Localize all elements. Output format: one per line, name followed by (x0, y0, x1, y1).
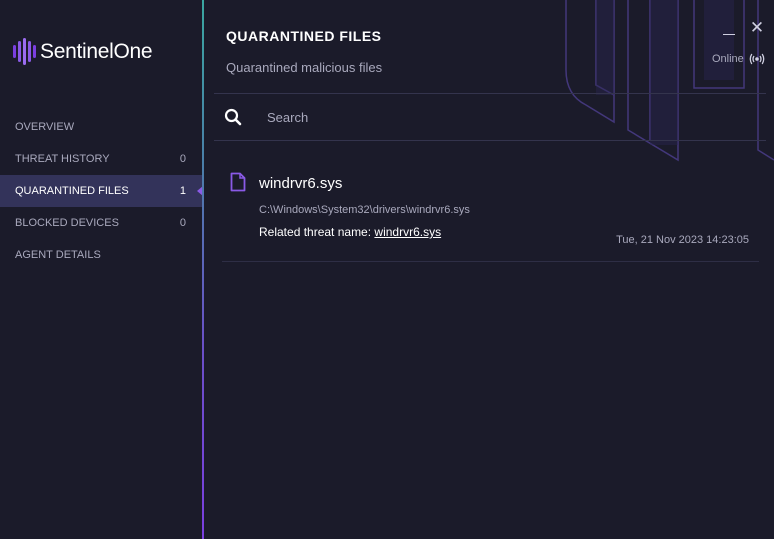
sidebar-item-overview[interactable]: OVERVIEW (0, 111, 202, 143)
sentinelone-logo-icon (13, 38, 36, 65)
sidebar-item-quarantined-files[interactable]: QUARANTINED FILES 1 (0, 175, 203, 207)
page-subtitle: Quarantined malicious files (226, 60, 383, 75)
sidebar-item-blocked-devices[interactable]: BLOCKED DEVICES 0 (0, 207, 202, 239)
sidebar: SentinelOne OVERVIEW THREAT HISTORY 0 QU… (0, 0, 203, 539)
page-title: QUARANTINED FILES (226, 28, 382, 44)
brand-logo: SentinelOne (12, 38, 153, 65)
related-threat-link[interactable]: windrvr6.sys (374, 225, 441, 239)
main-panel: QUARANTINED FILES Quarantined malicious … (204, 0, 774, 539)
related-threat-label: Related threat name: (259, 225, 372, 239)
sidebar-item-label: THREAT HISTORY (15, 153, 110, 165)
quarantined-file-item[interactable]: windrvr6.sys C:\Windows\System32\drivers… (222, 160, 759, 262)
file-name: windrvr6.sys (259, 175, 343, 192)
search-icon[interactable] (224, 108, 242, 126)
sidebar-item-count: 0 (179, 217, 186, 229)
sidebar-item-label: OVERVIEW (15, 121, 75, 133)
status-text: Online (712, 53, 744, 65)
related-threat: Related threat name: windrvr6.sys (259, 225, 441, 239)
file-path: C:\Windows\System32\drivers\windrvr6.sys (259, 204, 470, 216)
close-button[interactable]: ✕ (749, 18, 765, 37)
sidebar-item-label: BLOCKED DEVICES (15, 217, 119, 229)
sidebar-item-label: AGENT DETAILS (15, 249, 101, 261)
sidebar-item-agent-details[interactable]: AGENT DETAILS (0, 239, 202, 271)
sidebar-item-label: QUARANTINED FILES (15, 185, 129, 197)
file-timestamp: Tue, 21 Nov 2023 14:23:05 (616, 234, 749, 246)
brand-name: SentinelOne (40, 39, 153, 63)
sidebar-item-count: 1 (179, 185, 186, 197)
search-bar (214, 93, 766, 141)
broadcast-icon (749, 53, 765, 65)
header-decoration (565, 0, 774, 162)
connection-status: Online (712, 52, 765, 66)
search-input[interactable] (267, 109, 727, 125)
minimize-button[interactable] (722, 25, 736, 39)
file-icon (230, 172, 246, 192)
sidebar-item-count: 0 (179, 153, 186, 165)
close-icon: ✕ (749, 18, 765, 37)
sidebar-nav: OVERVIEW THREAT HISTORY 0 QUARANTINED FI… (0, 111, 203, 271)
sidebar-item-threat-history[interactable]: THREAT HISTORY 0 (0, 143, 202, 175)
